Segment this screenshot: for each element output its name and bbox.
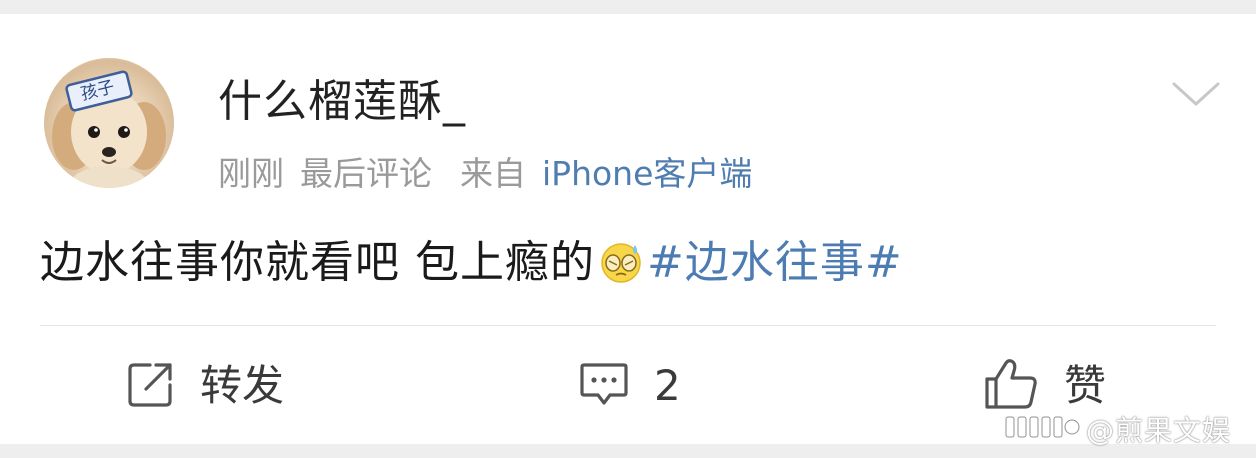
like-button[interactable]: 赞	[982, 356, 1106, 416]
comment-button[interactable]: 2	[578, 356, 681, 416]
divider	[40, 325, 1216, 326]
last-comment-label: 最后评论	[300, 154, 432, 193]
post-content: 边水往事你就看吧 包上瘾的 #边水往事#	[40, 236, 903, 290]
repost-icon	[126, 359, 176, 413]
post-meta: 刚刚 最后评论 来自 iPhone客户端	[218, 152, 752, 196]
from-label: 来自	[460, 154, 526, 193]
repost-button[interactable]: 转发	[126, 356, 284, 416]
comment-icon	[578, 359, 630, 413]
top-gap	[0, 0, 1256, 14]
watermark: @煎果文娱	[1004, 412, 1232, 447]
weibo-logo-icon	[1004, 412, 1080, 446]
watermark-text: @煎果文娱	[1086, 414, 1232, 447]
hashtag-link[interactable]: #边水往事#	[647, 237, 903, 288]
comment-count: 2	[654, 361, 681, 410]
avatar[interactable]: 孩子	[44, 58, 174, 188]
repost-label: 转发	[200, 361, 285, 410]
post-text: 边水往事你就看吧 包上瘾的	[40, 237, 595, 288]
post-time: 刚刚	[218, 154, 284, 193]
chevron-down-icon[interactable]	[1170, 76, 1222, 112]
thumbs-up-icon	[982, 357, 1040, 415]
like-label: 赞	[1064, 361, 1107, 410]
author-name[interactable]: 什么榴莲酥_	[218, 76, 466, 128]
sweat-cover-face-emoji-icon	[597, 237, 645, 285]
source-client-link[interactable]: iPhone客户端	[542, 152, 752, 196]
bottom-gap	[0, 444, 1256, 458]
